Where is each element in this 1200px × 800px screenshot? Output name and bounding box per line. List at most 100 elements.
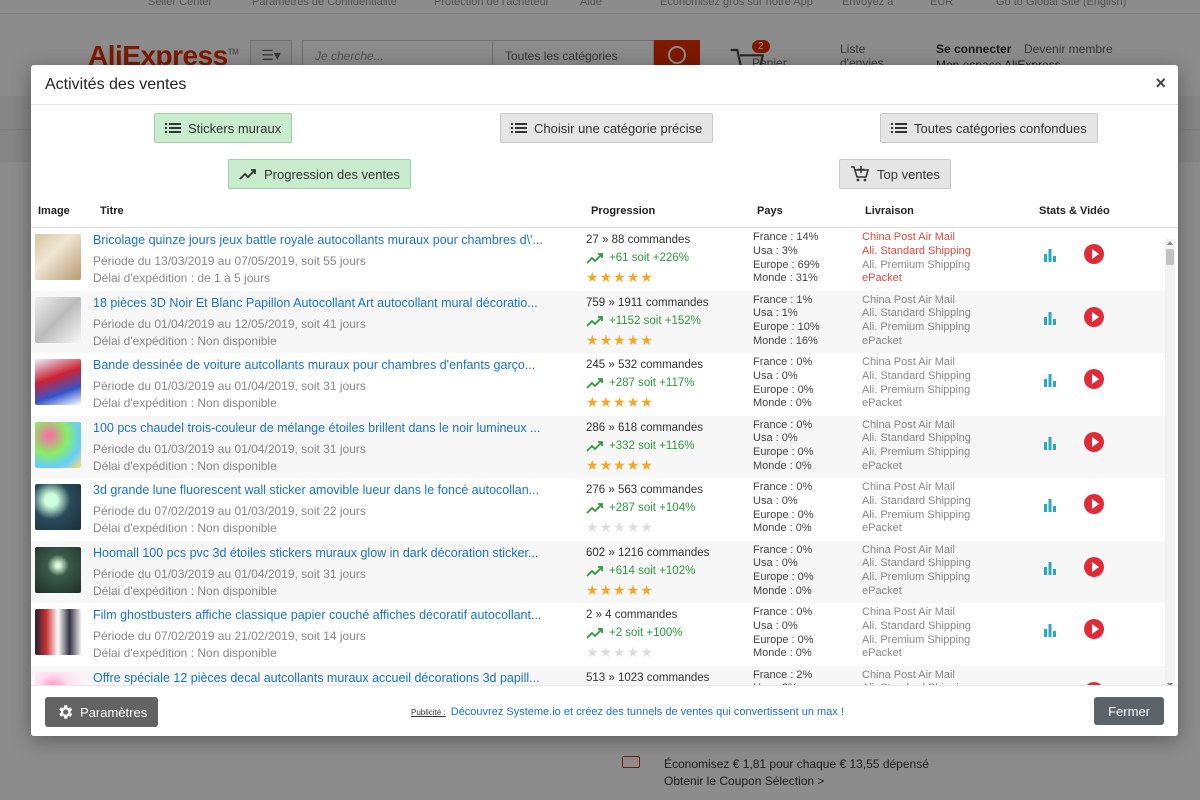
stats-bar-chart-icon[interactable]	[1042, 497, 1058, 513]
shipping-method: Ali. Premium Shipping	[862, 321, 971, 334]
play-video-icon[interactable]	[1084, 369, 1104, 389]
close-button[interactable]: Fermer	[1094, 697, 1164, 725]
filter-wall-stickers-button[interactable]: Stickers muraux	[154, 113, 293, 143]
filter-top-sales-button[interactable]: Top ventes	[839, 159, 951, 189]
sales-activity-modal: Activités des ventes × Stickers muraux C…	[31, 65, 1178, 736]
shipping-methods: China Post Air MailAli. Standard Shippin…	[862, 419, 971, 474]
country-share: Monde : 31%	[753, 272, 818, 285]
growth-indicator: +287 soit +117%	[586, 377, 694, 389]
trending-up-icon	[586, 503, 603, 514]
column-header-stats-video: Stats & Vidéo	[1039, 205, 1110, 217]
product-title-link[interactable]: Hoomall 100 pcs pvc 3d étoiles stickers …	[93, 546, 558, 560]
growth-text: +1152 soit +152%	[609, 314, 701, 327]
product-thumbnail[interactable]	[35, 671, 81, 685]
product-thumbnail[interactable]	[35, 234, 81, 280]
star-icon: ★	[640, 331, 654, 348]
scrollbar-thumb[interactable]	[1166, 249, 1174, 265]
filter-sales-progress-button[interactable]: Progression des ventes	[228, 159, 411, 189]
table-row[interactable]: 18 pièces 3D Noir Et Blanc Papillon Auto…	[31, 290, 1165, 353]
stats-bar-chart-icon[interactable]	[1042, 560, 1058, 576]
rating-stars: ★★★★★	[586, 333, 654, 347]
filter-label: Progression des ventes	[264, 166, 400, 182]
star-icon: ★	[626, 269, 641, 285]
play-video-icon[interactable]	[1084, 619, 1104, 639]
play-video-icon[interactable]	[1084, 306, 1104, 327]
shipping-delay-text: Délai d'expédition : Non disponible	[93, 646, 277, 660]
list-icon	[511, 123, 527, 133]
orders-count: 27 » 88 commandes	[586, 234, 691, 246]
trending-up-icon	[586, 628, 603, 639]
product-thumbnail[interactable]	[35, 484, 81, 530]
period-text: Période du 01/04/2019 au 12/05/2019, soi…	[93, 316, 366, 331]
table-row[interactable]: 3d grande lune fluorescent wall sticker …	[31, 478, 1165, 540]
filter-label: Stickers muraux	[188, 120, 282, 136]
product-title-link[interactable]: Offre spéciale 12 pièces decal autcollan…	[93, 671, 558, 685]
shipping-method: Ali. Premium Shipping	[862, 571, 971, 584]
star-icon: ★	[599, 269, 614, 285]
shipping-methods: China Post Air MailAli. Standard Shippin…	[862, 669, 971, 686]
product-title-link[interactable]: 100 pcs chaudel trois-couleur de mélange…	[93, 421, 558, 435]
product-title-link[interactable]: Bricolage quinze jours jeux battle royal…	[93, 233, 558, 247]
product-table-body[interactable]: Bricolage quinze jours jeux battle royal…	[31, 227, 1178, 685]
stats-bar-chart-icon[interactable]	[1042, 435, 1058, 451]
product-thumbnail[interactable]	[35, 421, 81, 468]
country-share: France : 2%	[753, 668, 813, 681]
orders-count: 759 » 1911 commandes	[586, 296, 709, 309]
settings-button[interactable]: Paramètres	[45, 697, 159, 727]
table-row[interactable]: Hoomall 100 pcs pvc 3d étoiles stickers …	[31, 540, 1165, 603]
country-share: Monde : 0%	[753, 459, 812, 472]
orders-count: 276 » 563 commandes	[586, 484, 703, 496]
table-row[interactable]: Film ghostbusters affiche classique papi…	[31, 603, 1165, 665]
country-breakdown: France : 2%Usa : 2%Europe : 0%Monde : 0%	[753, 669, 814, 686]
period-text: Période du 07/02/2019 au 01/03/2019, soi…	[93, 504, 366, 518]
filter-all-categories-button[interactable]: Toutes catégories confondues	[880, 113, 1098, 143]
star-icon: ★	[586, 394, 600, 410]
shipping-method: Ali. Premium Shipping	[862, 508, 971, 521]
close-icon[interactable]: ×	[1155, 73, 1166, 94]
table-row[interactable]: Bricolage quinze jours jeux battle royal…	[31, 228, 1165, 290]
shipping-method: Ali. Premium Shipping	[862, 383, 971, 396]
trending-up-icon	[586, 440, 603, 452]
shipping-delay-text: Délai d'expédition : de 1 à 5 jours	[93, 271, 271, 285]
play-video-icon[interactable]	[1084, 244, 1104, 264]
column-header-title[interactable]: Titre	[100, 205, 124, 217]
rating-stars: ★★★★★	[586, 395, 654, 409]
play-video-icon[interactable]	[1084, 494, 1104, 514]
stats-bar-chart-icon[interactable]	[1042, 247, 1058, 263]
product-thumbnail[interactable]	[35, 609, 81, 655]
table-row[interactable]: Bande dessinée de voiture autcollants mu…	[31, 353, 1165, 415]
shipping-method: Ali. Premium Shipping	[862, 446, 971, 459]
scroll-up-arrow[interactable]	[1167, 241, 1173, 245]
product-title-link[interactable]: Film ghostbusters affiche classique papi…	[93, 608, 558, 622]
product-thumbnail[interactable]	[35, 546, 81, 593]
advertisement-link[interactable]: Publicité : Découvrez Systeme.io et crée…	[411, 706, 844, 718]
table-row[interactable]: 100 pcs chaudel trois-couleur de mélange…	[31, 415, 1165, 478]
stats-bar-chart-icon[interactable]	[1042, 372, 1058, 388]
play-video-icon[interactable]	[1084, 431, 1104, 452]
table-row[interactable]: Offre spéciale 12 pièces decal autcollan…	[31, 665, 1165, 686]
product-thumbnail[interactable]	[35, 296, 81, 343]
shipping-method: China Post Air Mail	[862, 418, 955, 431]
shipping-methods: China Post Air MailAli. Standard Shippin…	[862, 356, 971, 411]
table-scrollbar[interactable]	[1165, 239, 1175, 689]
product-title-link[interactable]: Bande dessinée de voiture autcollants mu…	[93, 358, 558, 372]
stats-bar-chart-icon[interactable]	[1042, 310, 1058, 326]
country-share: Monde : 0%	[753, 584, 812, 597]
product-thumbnail[interactable]	[35, 359, 81, 405]
shipping-method: Ali. Standard Shipping	[862, 557, 971, 570]
filter-choose-category-button[interactable]: Choisir une catégorie précise	[500, 113, 714, 143]
shipping-method: Ali. Standard Shipping	[862, 619, 971, 632]
play-video-icon[interactable]	[1084, 556, 1104, 577]
product-title-link[interactable]: 18 pièces 3D Noir Et Blanc Papillon Auto…	[93, 296, 558, 310]
shipping-delay-text: Délai d'expédition : Non disponible	[93, 396, 277, 410]
star-icon: ★	[599, 331, 614, 348]
trending-up-icon	[586, 378, 603, 389]
star-icon: ★	[626, 644, 641, 660]
shipping-method: China Post Air Mail	[862, 481, 955, 493]
column-header-progress[interactable]: Progression	[591, 205, 655, 217]
product-title-link[interactable]: 3d grande lune fluorescent wall sticker …	[93, 483, 558, 497]
ad-label: Publicité :	[411, 708, 446, 717]
shipping-methods: China Post Air MailAli. Standard Shippin…	[862, 606, 971, 661]
stats-bar-chart-icon[interactable]	[1042, 622, 1058, 638]
country-share: France : 0%	[753, 543, 813, 556]
